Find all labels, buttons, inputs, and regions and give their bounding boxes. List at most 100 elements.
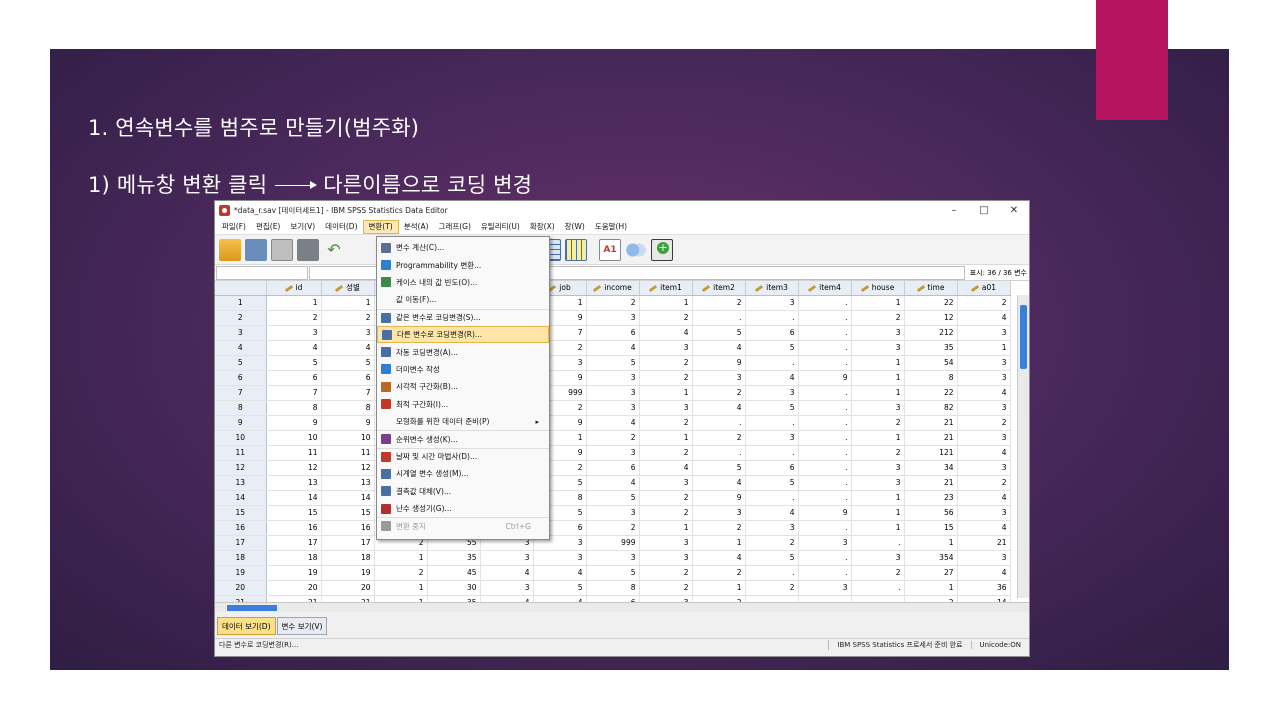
open-folder-icon[interactable] [219,238,241,261]
tab-variable-view[interactable]: 변수 보기(V) [276,617,328,635]
data-cell[interactable]: 2 [692,565,746,581]
data-cell[interactable]: 22 [904,385,958,401]
data-cell[interactable]: 2 [639,580,693,596]
data-cell[interactable]: 1 [851,355,905,371]
data-cell[interactable]: 3 [586,400,640,416]
data-cell[interactable]: 4 [586,475,640,491]
data-cell[interactable]: 3 [586,505,640,521]
transform-menu-item-5[interactable]: 다른 변수로 코딩변경(R)... [377,325,549,344]
cell-reference-box[interactable] [216,265,308,280]
use-sets-icon[interactable] [625,238,647,261]
data-cell[interactable]: . [798,310,852,326]
data-cell[interactable]: 27 [904,565,958,581]
menu-item-0[interactable]: 파일(F) [217,220,251,234]
data-cell[interactable]: 82 [904,400,958,416]
data-cell[interactable]: 6 [266,370,322,386]
data-cell[interactable]: . [798,340,852,356]
data-cell[interactable]: 1 [904,535,958,551]
data-cell[interactable]: 1 [266,295,322,311]
data-cell[interactable]: 2 [639,415,693,431]
recall-dialog-icon[interactable] [297,238,319,261]
data-cell[interactable] [798,595,852,602]
data-cell[interactable]: 1 [851,490,905,506]
data-cell[interactable]: 1 [639,385,693,401]
column-header[interactable]: item4 [798,281,852,296]
data-cell[interactable]: 7 [321,385,375,401]
row-number[interactable]: 17 [215,535,267,551]
data-cell[interactable]: 13 [321,475,375,491]
data-cell[interactable]: 4 [692,550,746,566]
data-cell[interactable]: 1 [639,430,693,446]
horizontal-scrollbar[interactable] [215,602,1029,612]
data-cell[interactable]: . [798,475,852,491]
data-cell[interactable]: 2 [692,295,746,311]
data-cell[interactable]: 5 [745,400,799,416]
data-cell[interactable]: 16 [321,520,375,536]
data-cell[interactable]: 3 [266,325,322,341]
transform-menu-item-0[interactable]: 변수 계산(C)... [377,239,549,256]
data-cell[interactable]: . [798,415,852,431]
data-cell[interactable]: 3 [798,535,852,551]
data-cell[interactable]: 4 [480,595,534,602]
row-number[interactable]: 15 [215,505,267,521]
data-cell[interactable]: 20 [321,580,375,596]
row-number[interactable]: 7 [215,385,267,401]
data-cell[interactable]: 2 [957,415,1011,431]
data-cell[interactable]: 4 [639,325,693,341]
data-cell[interactable]: 21 [904,415,958,431]
column-header[interactable]: id [266,281,322,296]
vertical-scroll-thumb[interactable] [1020,305,1027,369]
data-cell[interactable]: 3 [957,460,1011,476]
data-cell[interactable]: 14 [321,490,375,506]
data-cell[interactable]: 3 [957,505,1011,521]
column-header[interactable]: house [851,281,905,296]
data-cell[interactable]: . [798,355,852,371]
data-cell[interactable]: 4 [957,565,1011,581]
data-cell[interactable]: 9 [321,415,375,431]
menu-item-1[interactable]: 편집(E) [251,220,285,234]
transform-menu-item-6[interactable]: 자동 코딩변경(A)... [377,343,549,360]
data-cell[interactable]: 4 [957,385,1011,401]
data-cell[interactable]: . [851,535,905,551]
row-number[interactable]: 14 [215,490,267,506]
data-cell[interactable]: 3 [851,460,905,476]
menu-item-9[interactable]: 창(W) [560,220,590,234]
data-cell[interactable]: 1 [957,340,1011,356]
data-cell[interactable]: 3 [586,385,640,401]
data-cell[interactable]: 1 [639,520,693,536]
data-cell[interactable]: 35 [427,550,481,566]
row-number[interactable]: 2 [215,310,267,326]
data-cell[interactable]: 17 [321,535,375,551]
menu-item-2[interactable]: 보기(V) [285,220,320,234]
transform-menu-item-12[interactable]: 날짜 및 시간 마법사(D)... [377,447,549,465]
data-cell[interactable]: 18 [321,550,375,566]
row-number[interactable]: 21 [215,595,267,602]
transform-menu-item-2[interactable]: 케이스 내의 값 빈도(O)... [377,274,549,291]
data-cell[interactable]: 3 [639,340,693,356]
data-cell[interactable]: 4 [480,565,534,581]
save-icon[interactable] [245,238,267,261]
data-cell[interactable]: 15 [321,505,375,521]
data-cell[interactable]: 19 [321,565,375,581]
data-cell[interactable]: 12 [321,460,375,476]
data-cell[interactable]: 2 [957,295,1011,311]
data-cell[interactable]: 1 [692,580,746,596]
row-number[interactable]: 4 [215,340,267,356]
data-cell[interactable]: . [798,565,852,581]
data-cell[interactable]: 1 [321,295,375,311]
data-cell[interactable]: 6 [745,325,799,341]
data-cell[interactable]: 2 [639,505,693,521]
transform-menu-item-3[interactable]: 값 이동(F)... [377,291,549,308]
data-cell[interactable]: 5 [266,355,322,371]
data-cell[interactable]: . [692,415,746,431]
data-cell[interactable]: 3 [639,550,693,566]
data-cell[interactable]: . [798,445,852,461]
data-cell[interactable]: . [745,355,799,371]
data-cell[interactable]: 3 [745,295,799,311]
data-cell[interactable]: 21 [321,595,375,602]
data-cell[interactable]: 5 [745,475,799,491]
data-cell[interactable]: 15 [904,520,958,536]
transform-menu-item-15[interactable]: 난수 생성기(G)... [377,500,549,517]
data-cell[interactable]: 5 [586,565,640,581]
data-cell[interactable]: 2 [851,310,905,326]
